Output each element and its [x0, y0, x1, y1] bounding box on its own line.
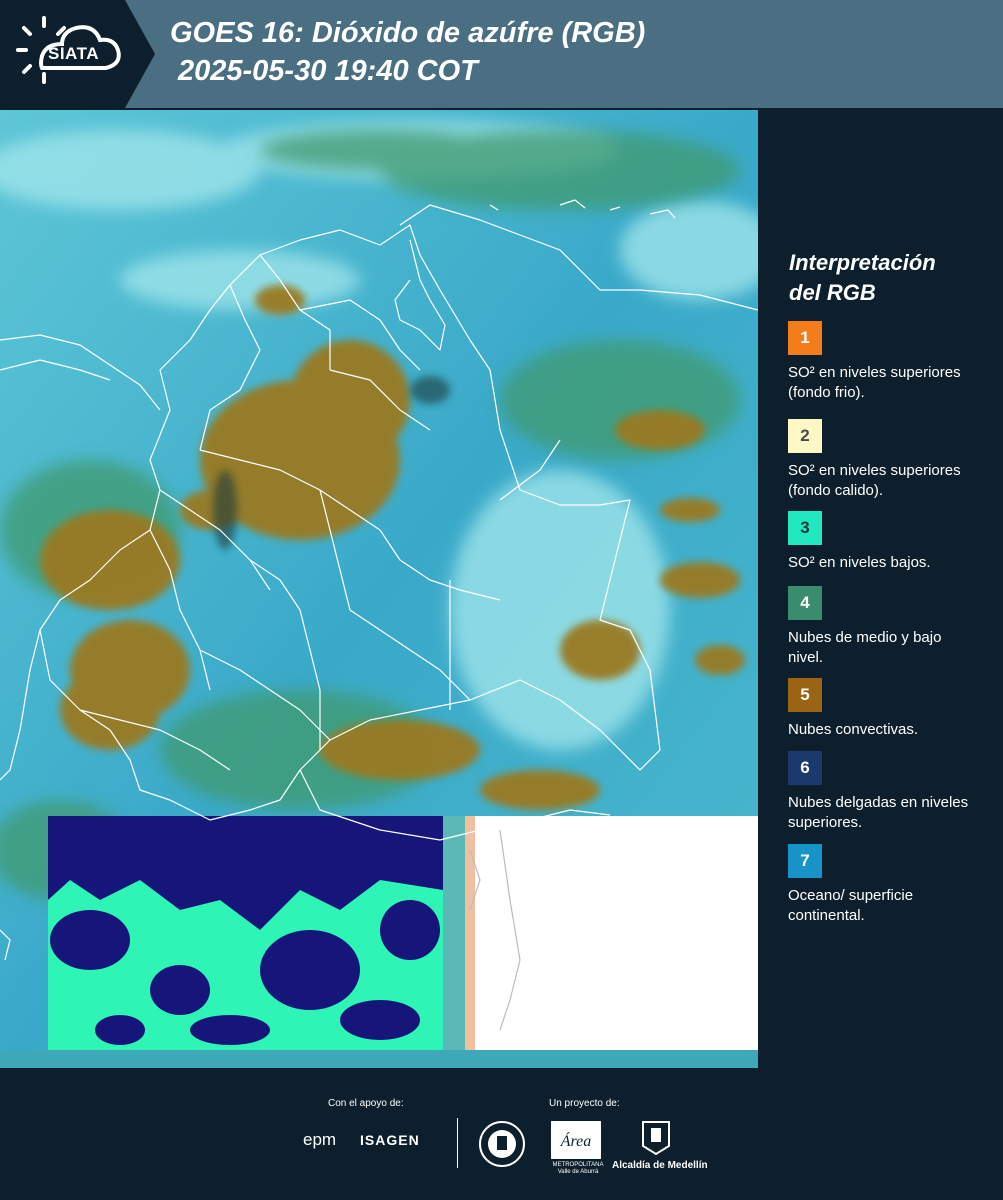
- legend-swatch-5: 5: [788, 678, 822, 712]
- amva-caption: METROPOLITANA Valle de Aburrá: [552, 1162, 604, 1175]
- legend-swatch-3: 3: [788, 511, 822, 545]
- legend-title-line2: del RGB: [789, 280, 876, 305]
- legend-swatch-2: 2: [788, 419, 822, 453]
- legend-label-5: Nubes convectivas.: [788, 721, 919, 738]
- legend-swatch-1: 1: [788, 321, 822, 355]
- legend-item-7: 7 Oceano/ superficie continental.: [788, 844, 988, 926]
- legend-swatch-7: 7: [788, 844, 822, 878]
- rgb-composite-image: [0, 110, 758, 1068]
- legend-panel: Interpretación del RGB 1 SO² en niveles …: [760, 110, 1003, 1068]
- legend-swatch-4: 4: [788, 586, 822, 620]
- siata-logo: SIATA: [0, 0, 155, 108]
- legend-item-1: 1 SO² en niveles superiores (fondo frio)…: [788, 321, 988, 403]
- page-title: GOES 16: Dióxido de azúfre (RGB) 2025-05…: [170, 14, 645, 90]
- legend-item-2: 2 SO² en niveles superiores (fondo calid…: [788, 419, 988, 503]
- legend-label-1: SO² en niveles superiores (fondo frio).: [788, 364, 961, 401]
- legend-title-line1: Interpretación: [789, 250, 936, 275]
- medellin-seal-icon: [479, 1121, 525, 1167]
- legend-number-4: 4: [800, 593, 810, 612]
- epm-logo: epm: [303, 1130, 337, 1149]
- legend-number-6: 6: [800, 758, 810, 777]
- support-label: Con el apoyo de:: [328, 1098, 404, 1109]
- title-timestamp: 2025-05-30 19:40 COT: [178, 55, 478, 87]
- header-bar: SIATA GOES 16: Dióxido de azúfre (RGB) 2…: [0, 0, 1003, 108]
- logo-text: SIATA: [48, 44, 99, 63]
- legend-label-3: SO² en niveles bajos.: [788, 554, 931, 571]
- legend-swatch-6: 6: [788, 751, 822, 785]
- legend-title: Interpretación del RGB: [789, 248, 999, 308]
- legend-item-3: 3 SO² en niveles bajos.: [788, 511, 988, 573]
- satellite-map: [0, 110, 758, 1068]
- legend-number-2: 2: [800, 426, 810, 445]
- project-label: Un proyecto de:: [549, 1098, 620, 1109]
- footer-divider: [457, 1118, 458, 1168]
- no-data-region: [475, 816, 758, 1050]
- legend-label-4: Nubes de medio y bajo nivel.: [788, 629, 942, 666]
- legend-item-4: 4 Nubes de medio y bajo nivel.: [788, 586, 988, 668]
- legend-label-6: Nubes delgadas en niveles superiores.: [788, 794, 969, 831]
- legend-item-5: 5 Nubes convectivas.: [788, 678, 988, 740]
- title-product: GOES 16: Dióxido de azúfre (RGB): [170, 17, 646, 49]
- amva-name: Área: [560, 1131, 592, 1150]
- legend-label-2: SO² en niveles superiores (fondo calido)…: [788, 462, 961, 499]
- alcaldia-text: Alcaldía de Medellín: [612, 1160, 708, 1171]
- alcaldia-shield-icon: [642, 1121, 670, 1156]
- legend-number-1: 1: [800, 328, 810, 347]
- legend-number-7: 7: [800, 851, 810, 870]
- footer: Con el apoyo de: Un proyecto de: epm ISA…: [0, 1068, 1003, 1200]
- legend-number-3: 3: [800, 518, 810, 537]
- legend-number-5: 5: [800, 685, 810, 704]
- legend-label-7: Oceano/ superficie continental.: [788, 887, 914, 924]
- isagen-logo: ISAGEN: [360, 1132, 420, 1148]
- legend-item-6: 6 Nubes delgadas en niveles superiores.: [788, 751, 988, 833]
